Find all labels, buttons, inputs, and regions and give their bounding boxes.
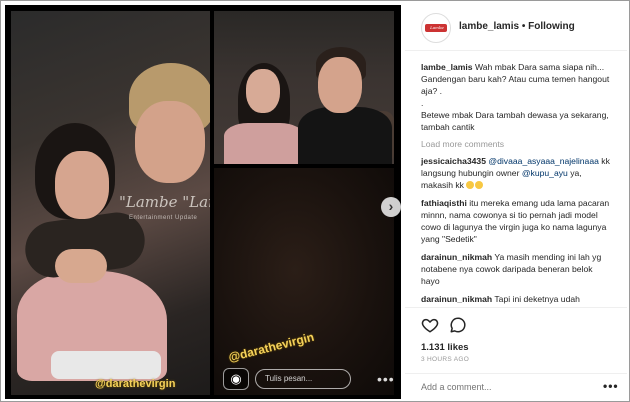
face-shape [135,101,205,183]
comments-list[interactable]: lambe_lamis Wah mbak Dara sama siapa nih… [405,53,627,307]
photo-top-right [214,11,394,164]
comment-text: Tapi ini deketnya udah [494,294,580,304]
header-user: lambe_lamis • Following [459,21,575,32]
more-options-icon[interactable]: ••• [377,371,395,387]
message-compose-field[interactable]: Tulis pesan... [255,369,351,389]
comment-username[interactable]: darainun_nikmah [421,294,492,304]
avatar-logo-text: Lambe Lamis [430,25,444,38]
comment-item: jessicaicha3435 @divaaa_asyaaa_najelinaa… [421,155,611,191]
comment-item: darainun_nikmah Tapi ini deketnya udah [421,293,611,305]
next-arrow-icon[interactable]: › [381,197,401,217]
watermark-subtext: Entertainment Update [129,215,198,221]
post-photo-collage[interactable]: "Lambe "Lamis" Entertainment Update @dar… [5,5,401,399]
face-shape [55,151,109,219]
comment-username[interactable]: lambe_lamis [421,62,473,72]
post-header: Lambe Lamis lambe_lamis • Following [405,5,627,51]
body-shape [224,123,304,164]
add-comment-input[interactable] [421,382,591,392]
comment-icon[interactable] [449,316,467,334]
caption-dot: . [421,98,424,108]
likes-count[interactable]: 1.131 likes [421,342,469,353]
face-shape [318,57,362,113]
photo-main: "Lambe "Lamis" Entertainment Update @dar… [11,11,210,395]
comment-username[interactable]: fathiaqisthi [421,198,467,208]
hand-shape [55,249,107,283]
caption-text-2: Betewe mbak Dara tambah dewasa ya sekara… [421,110,609,132]
camera-icon[interactable]: ◉ [223,368,249,390]
screenshot-frame: "Lambe "Lamis" Entertainment Update @dar… [0,0,630,402]
body-shape [298,107,392,164]
avatar[interactable]: Lambe Lamis [421,13,451,43]
heart-icon[interactable] [421,316,439,334]
caption: lambe_lamis Wah mbak Dara sama siapa nih… [421,61,611,133]
photo-tag: @darathevirgin [95,378,176,390]
watermark-text: "Lambe "Lamis" [119,193,210,211]
comment-item: darainun_nikmah Ya masih mending ini lah… [421,251,611,287]
shorts-shape [51,351,161,379]
mention-link[interactable]: @divaaa_asyaaa_najelinaaa [488,156,599,166]
comment-username[interactable]: jessicaicha3435 [421,156,486,166]
username-link[interactable]: lambe_lamis [459,21,519,32]
emoji-icon [475,181,484,189]
load-more-comments-link[interactable]: Load more comments [421,139,611,149]
separator-dot: • [519,21,529,32]
face-shape [246,69,280,113]
mention-link[interactable]: @kupu_ayu [522,168,568,178]
post-timestamp[interactable]: 3 HOURS AGO [421,356,469,363]
post-actions: 1.131 likes 3 HOURS AGO [405,307,627,373]
comment-username[interactable]: darainun_nikmah [421,252,492,262]
comment-item: fathiaqisthi itu mereka emang uda lama p… [421,197,611,245]
following-button[interactable]: Following [528,21,575,32]
add-comment-bar: ••• [405,373,627,399]
emoji-icon [466,181,475,189]
more-options-icon[interactable]: ••• [603,379,619,393]
